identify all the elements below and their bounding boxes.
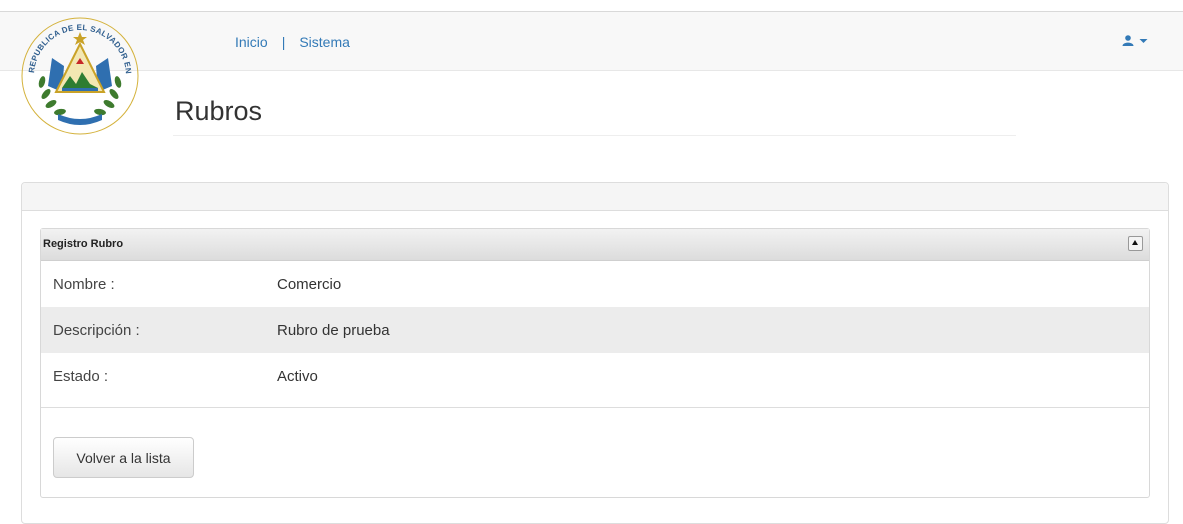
user-icon	[1122, 35, 1134, 46]
record-panel: Registro Rubro Nombre : Comercio Descrip…	[40, 228, 1150, 498]
nav-separator: |	[281, 34, 286, 50]
nav-link-sistema[interactable]: Sistema	[299, 34, 350, 50]
nav-link-inicio[interactable]: Inicio	[235, 34, 268, 50]
coat-of-arms-logo: REPUBLICA DE EL SALVADOR EN LA AMERICA C…	[18, 14, 139, 135]
collapse-toggle-icon[interactable]	[1128, 236, 1143, 251]
record-panel-title: Registro Rubro	[43, 238, 124, 250]
navbar: Inicio | Sistema	[0, 12, 1183, 71]
rows-divider	[41, 399, 1149, 408]
field-row-estado: Estado : Activo	[41, 353, 1149, 399]
field-row-descripcion: Descripción : Rubro de prueba	[41, 307, 1149, 353]
nav-links: Inicio | Sistema	[235, 34, 350, 50]
record-panel-header: Registro Rubro	[41, 229, 1149, 261]
field-label: Estado :	[53, 368, 109, 385]
field-label: Descripción :	[53, 322, 140, 339]
field-value: Rubro de prueba	[277, 322, 390, 339]
user-menu-toggle[interactable]	[1122, 35, 1148, 49]
field-value: Activo	[277, 368, 318, 385]
field-label: Nombre :	[53, 276, 115, 293]
field-row-nombre: Nombre : Comercio	[41, 261, 1149, 307]
content-panel: Registro Rubro Nombre : Comercio Descrip…	[21, 182, 1169, 524]
content-panel-header	[22, 183, 1168, 211]
title-divider	[173, 135, 1016, 136]
caret-down-icon	[1139, 39, 1148, 43]
page-title: Rubros	[175, 96, 263, 126]
field-value: Comercio	[277, 276, 342, 293]
back-to-list-button[interactable]: Volver a la lista	[53, 437, 194, 478]
